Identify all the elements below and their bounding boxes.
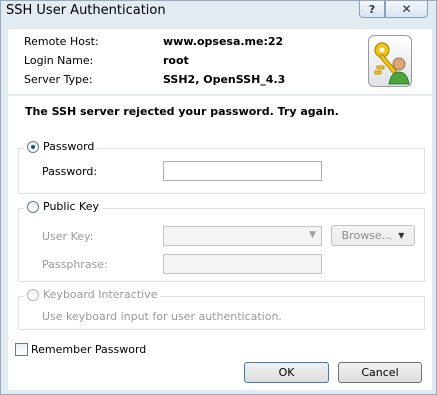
connection-info-panel: Remote Host: www.opsesa.me:22 Login Name… xyxy=(8,29,432,94)
passphrase-input[interactable] xyxy=(163,254,322,274)
dropdown-arrow-icon: ▼ xyxy=(309,230,316,240)
keyboard-interactive-description: Use keyboard input for user authenticati… xyxy=(42,310,282,323)
remote-host-label: Remote Host: xyxy=(24,35,99,48)
cancel-button[interactable]: Cancel xyxy=(338,362,422,383)
browse-button[interactable]: Browse... ▼ xyxy=(331,225,415,246)
keyboard-interactive-option[interactable]: Keyboard Interactive xyxy=(24,288,161,301)
keyboard-interactive-radio[interactable] xyxy=(27,288,39,301)
user-key-select[interactable]: ▼ xyxy=(163,226,322,246)
password-label: Password: xyxy=(42,165,98,178)
remote-host-value: www.opsesa.me:22 xyxy=(163,35,284,48)
remember-password-label: Remember Password xyxy=(31,343,147,356)
login-name-label: Login Name: xyxy=(24,54,94,67)
ok-button[interactable]: OK xyxy=(244,362,329,383)
keyboard-interactive-label: Keyboard Interactive xyxy=(43,288,158,301)
user-key-label: User Key: xyxy=(42,230,94,243)
error-message: The SSH server rejected your password. T… xyxy=(25,105,339,118)
public-key-radio[interactable] xyxy=(27,200,39,213)
password-option[interactable]: Password xyxy=(24,140,98,153)
password-input[interactable] xyxy=(163,161,322,181)
keyboard-interactive-group: Keyboard Interactive Use keyboard input … xyxy=(18,288,425,330)
login-name-value: root xyxy=(163,54,189,67)
window-title: SSH User Authentication xyxy=(6,3,166,18)
chevron-down-icon: ▼ xyxy=(398,231,405,240)
password-group: Password Password: xyxy=(18,140,425,194)
passphrase-label: Passphrase: xyxy=(42,258,108,271)
auth-panel: The SSH server rejected your password. T… xyxy=(8,96,432,390)
server-type-label: Server Type: xyxy=(24,73,93,86)
browse-label: Browse... xyxy=(341,229,393,242)
password-radio[interactable] xyxy=(27,140,39,153)
remember-password-checkbox[interactable] xyxy=(15,343,28,356)
keys-user-icon xyxy=(368,35,412,87)
close-button[interactable]: ✕ xyxy=(385,1,428,18)
public-key-option[interactable]: Public Key xyxy=(24,200,102,213)
public-key-option-label: Public Key xyxy=(43,200,99,213)
title-bar: SSH User Authentication ? ✕ xyxy=(1,1,437,21)
public-key-group: Public Key User Key: ▼ Browse... ▼ Passp… xyxy=(18,200,425,282)
server-type-value: SSH2, OpenSSH_4.3 xyxy=(163,73,286,86)
help-button[interactable]: ? xyxy=(359,1,385,18)
password-option-label: Password xyxy=(43,140,95,153)
ssh-auth-dialog: SSH User Authentication ? ✕ Remote Host:… xyxy=(0,0,437,395)
